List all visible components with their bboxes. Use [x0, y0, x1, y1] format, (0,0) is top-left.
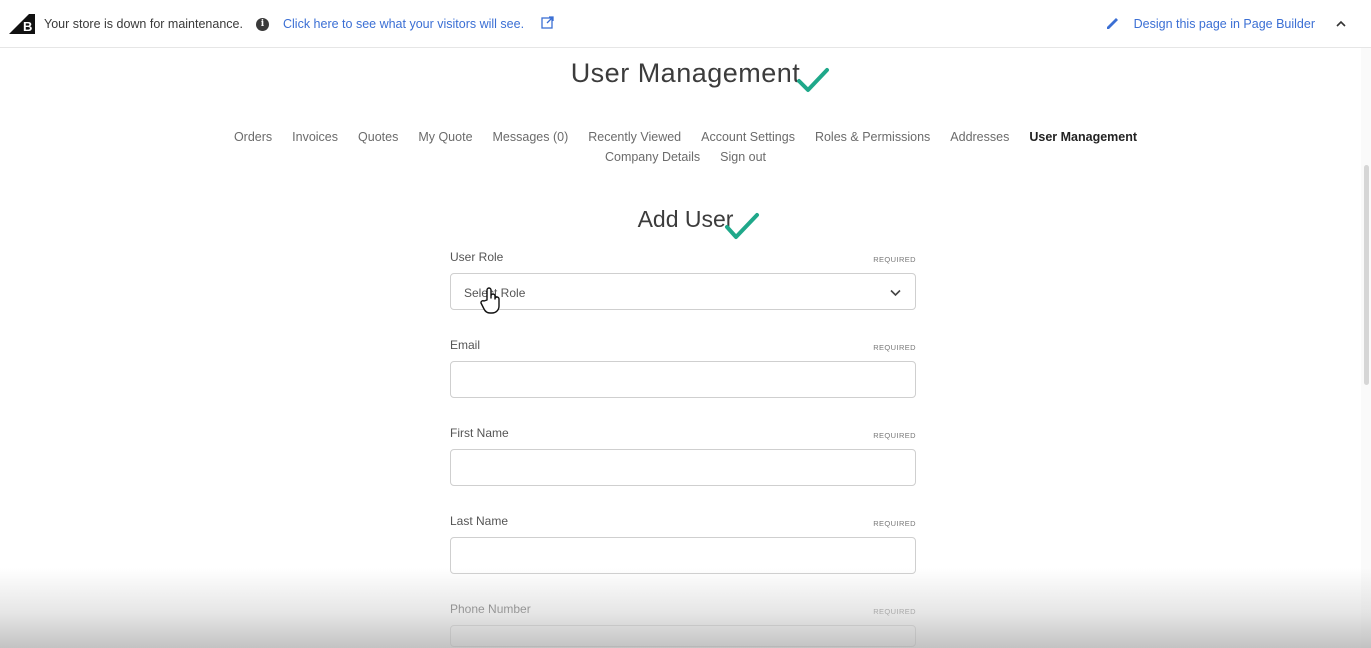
page-builder-link[interactable]: Design this page in Page Builder: [1116, 17, 1315, 31]
bigcommerce-logo[interactable]: B: [9, 12, 35, 34]
user-role-label: User Role: [450, 250, 504, 264]
required-indicator: REQUIRED: [873, 343, 916, 352]
form-title: Add User: [637, 206, 734, 232]
email-input[interactable]: [450, 361, 916, 398]
nav-orders[interactable]: Orders: [234, 130, 272, 144]
nav-sign-out[interactable]: Sign out: [720, 150, 766, 164]
phone-number-input[interactable]: [450, 625, 916, 647]
nav-invoices[interactable]: Invoices: [292, 130, 338, 144]
nav-account-settings[interactable]: Account Settings: [701, 130, 795, 144]
last-name-input[interactable]: [450, 537, 916, 574]
nav-quotes[interactable]: Quotes: [358, 130, 398, 144]
nav-my-quote[interactable]: My Quote: [418, 130, 472, 144]
nav-user-management[interactable]: User Management: [1029, 130, 1137, 144]
last-name-label: Last Name: [450, 514, 509, 528]
external-link-icon[interactable]: [541, 16, 554, 29]
nav-messages[interactable]: Messages (0): [493, 130, 569, 144]
scrollbar-thumb[interactable]: [1364, 165, 1369, 385]
required-indicator: REQUIRED: [873, 607, 916, 616]
maintenance-text: Your store is down for maintenance.: [44, 17, 243, 31]
svg-text:B: B: [23, 19, 32, 34]
phone-number-label: Phone Number: [450, 602, 531, 616]
info-icon[interactable]: i: [256, 18, 269, 31]
hand-cursor-icon: [480, 287, 500, 314]
account-nav-row-1: Orders Invoices Quotes My Quote Messages…: [0, 130, 1371, 144]
nav-recently-viewed[interactable]: Recently Viewed: [588, 130, 681, 144]
required-indicator: REQUIRED: [873, 431, 916, 440]
email-label: Email: [450, 338, 481, 352]
account-nav: Orders Invoices Quotes My Quote Messages…: [0, 130, 1371, 164]
nav-addresses[interactable]: Addresses: [950, 130, 1009, 144]
user-role-select[interactable]: Select Role: [450, 273, 916, 310]
checkmark-icon: [797, 68, 829, 92]
first-name-input[interactable]: [450, 449, 916, 486]
nav-company-details[interactable]: Company Details: [605, 150, 700, 164]
required-indicator: REQUIRED: [873, 519, 916, 528]
checkmark-icon: [725, 213, 759, 239]
account-nav-row-2: Company Details Sign out: [0, 150, 1371, 164]
required-indicator: REQUIRED: [873, 255, 916, 264]
chevron-down-icon: [890, 289, 901, 297]
page-title: User Management: [570, 58, 801, 88]
maintenance-bar: B Your store is down for maintenance. i …: [0, 0, 1371, 48]
first-name-label: First Name: [450, 426, 509, 440]
chevron-up-icon[interactable]: [1335, 18, 1347, 30]
preview-visitors-link[interactable]: Click here to see what your visitors wil…: [283, 17, 524, 31]
nav-roles-permissions[interactable]: Roles & Permissions: [815, 130, 930, 144]
